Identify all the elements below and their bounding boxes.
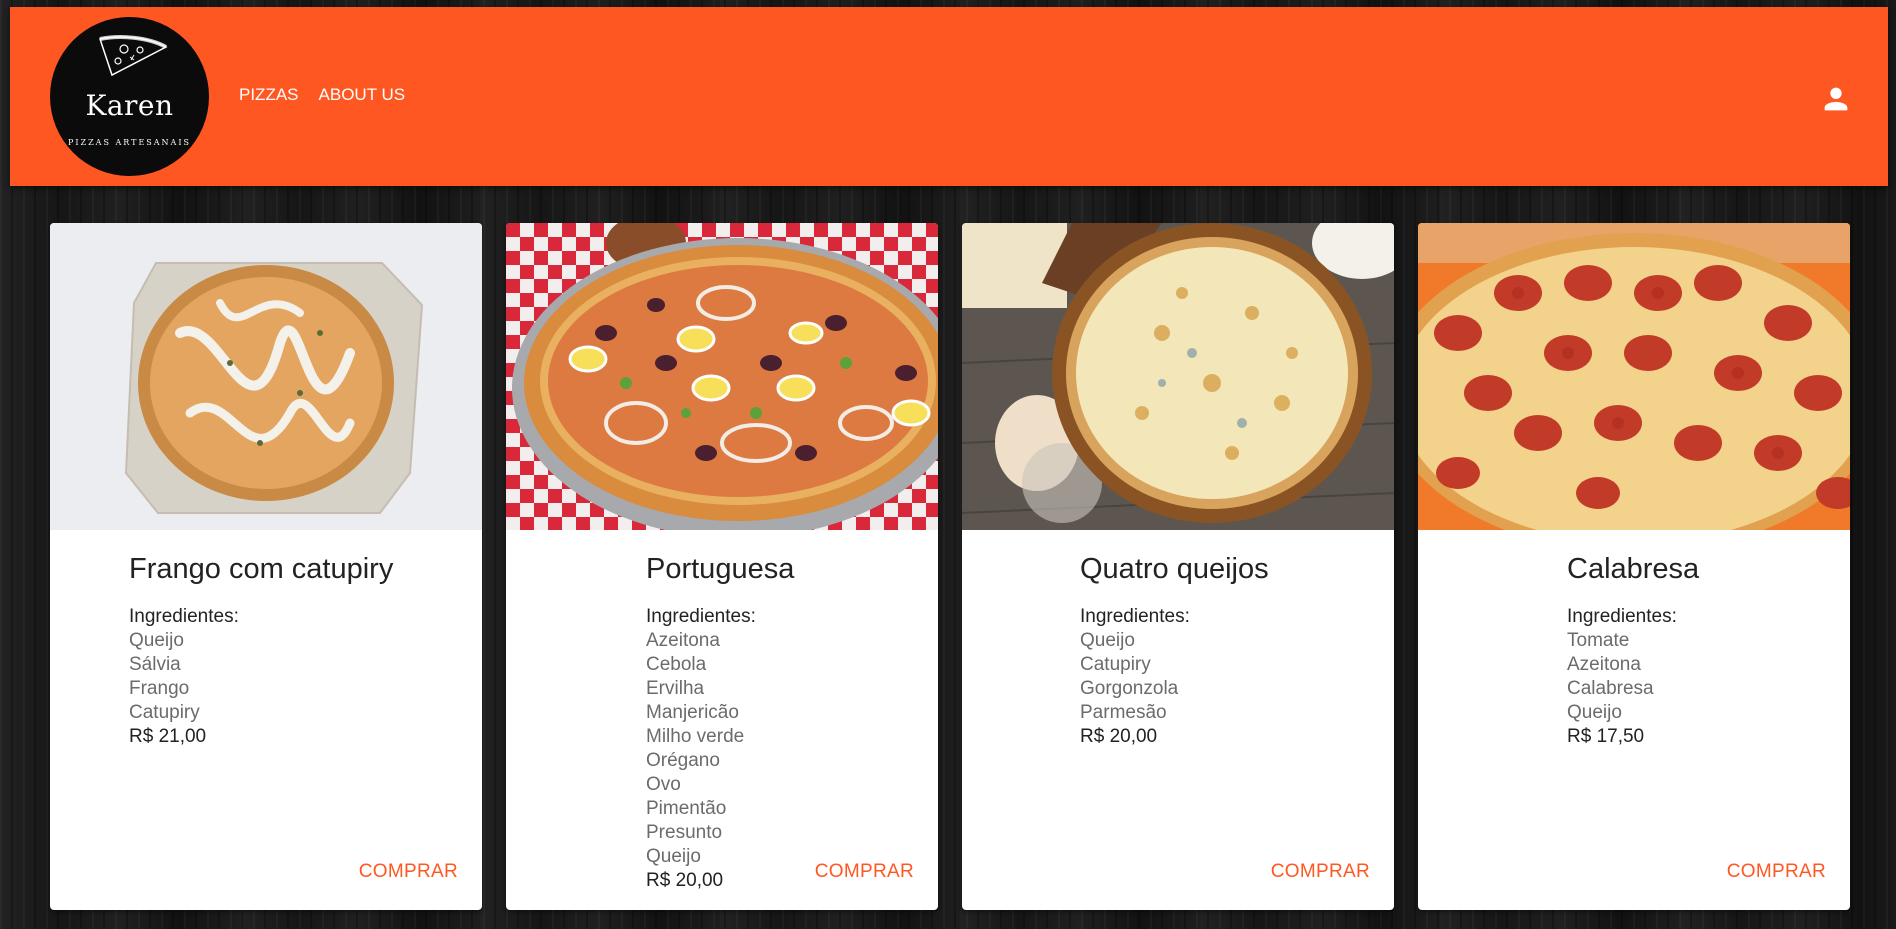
ingredients-label: Ingredientes: — [129, 606, 239, 627]
logo-subtitle: PIZZAS ARTESANAIS — [68, 138, 191, 147]
pizza-price: R$ 17,50 — [1567, 726, 1645, 747]
brand-logo[interactable]: Karen PIZZAS ARTESANAIS — [50, 17, 209, 176]
ingredients-label: Ingredientes: — [1080, 606, 1190, 627]
pizza-price: R$ 20,00 — [646, 870, 724, 891]
pizza-name: Portuguesa — [646, 553, 795, 585]
ingredient-item: Ervilha — [646, 678, 705, 699]
user-account-button[interactable] — [1819, 82, 1853, 116]
ingredient-item: Gorgonzola — [1080, 678, 1179, 699]
ingredient-item: Catupiry — [1080, 654, 1151, 675]
ingredient-item: Queijo — [129, 630, 184, 651]
ingredient-item: Queijo — [646, 846, 701, 867]
ingredient-item: Azeitona — [1567, 654, 1641, 675]
main-nav: PIZZAS ABOUT US — [239, 85, 405, 105]
pizza-name: Quatro queijos — [1080, 553, 1269, 585]
ingredients-label: Ingredientes: — [1567, 606, 1677, 627]
ingredient-item: Pimentão — [646, 798, 727, 819]
ingredient-item: Milho verde — [646, 726, 745, 747]
ingredient-item: Catupiry — [129, 702, 200, 723]
ingredient-item: Tomate — [1567, 630, 1630, 651]
buy-button[interactable]: COMPRAR — [1271, 861, 1370, 883]
ingredient-item: Queijo — [1080, 630, 1135, 651]
ingredient-item: Queijo — [1567, 702, 1622, 723]
ingredient-item: Orégano — [646, 750, 720, 771]
card-content: Calabresa Ingredientes: Tomate Azeitona … — [1567, 551, 1699, 749]
ingredients-list: Queijo Sálvia Frango Catupiry — [129, 629, 393, 725]
pizza-card: Quatro queijos Ingredientes: Queijo Catu… — [962, 223, 1394, 910]
ingredient-item: Parmesão — [1080, 702, 1167, 723]
pizza-portuguesa-photo — [506, 223, 938, 530]
ingredient-item: Azeitona — [646, 630, 720, 651]
pizza-price: R$ 20,00 — [1080, 726, 1158, 747]
ingredients-label: Ingredientes: — [646, 606, 756, 627]
ingredient-item: Manjericão — [646, 702, 739, 723]
card-content: Portuguesa Ingredientes: Azeitona Cebola… — [646, 551, 794, 893]
ingredient-item: Frango — [129, 678, 190, 699]
card-content: Frango com catupiry Ingredientes: Queijo… — [129, 551, 393, 749]
ingredients-list: Azeitona Cebola Ervilha Manjericão Milho… — [646, 629, 794, 869]
app-header: Karen PIZZAS ARTESANAIS PIZZAS ABOUT US — [10, 7, 1888, 186]
buy-button[interactable]: COMPRAR — [359, 861, 458, 883]
pizza-card: Frango com catupiry Ingredientes: Queijo… — [50, 223, 482, 910]
ingredient-item: Sálvia — [129, 654, 181, 675]
ingredients-list: Tomate Azeitona Calabresa Queijo — [1567, 629, 1699, 725]
pizza-card: Calabresa Ingredientes: Tomate Azeitona … — [1418, 223, 1850, 910]
ingredient-item: Presunto — [646, 822, 723, 843]
pizza-quatro-queijos-photo — [962, 223, 1394, 530]
pizza-name: Frango com catupiry — [129, 553, 394, 585]
pizza-card: Portuguesa Ingredientes: Azeitona Cebola… — [506, 223, 938, 910]
nav-link-pizzas[interactable]: PIZZAS — [239, 85, 299, 105]
pizza-calabresa-photo — [1418, 223, 1850, 530]
buy-button[interactable]: COMPRAR — [1727, 861, 1826, 883]
pizza-name: Calabresa — [1567, 553, 1700, 585]
pizza-slice-icon — [99, 35, 168, 77]
card-content: Quatro queijos Ingredientes: Queijo Catu… — [1080, 551, 1269, 749]
person-icon — [1824, 87, 1848, 111]
ingredient-item: Calabresa — [1567, 678, 1654, 699]
pizza-frango-catupiry-photo — [50, 223, 482, 530]
ingredients-list: Queijo Catupiry Gorgonzola Parmesão — [1080, 629, 1269, 725]
ingredient-item: Cebola — [646, 654, 707, 675]
buy-button[interactable]: COMPRAR — [815, 861, 914, 883]
ingredient-item: Ovo — [646, 774, 681, 795]
pizza-price: R$ 21,00 — [129, 726, 207, 747]
nav-link-about-us[interactable]: ABOUT US — [319, 85, 406, 105]
logo-name: Karen — [85, 89, 174, 122]
